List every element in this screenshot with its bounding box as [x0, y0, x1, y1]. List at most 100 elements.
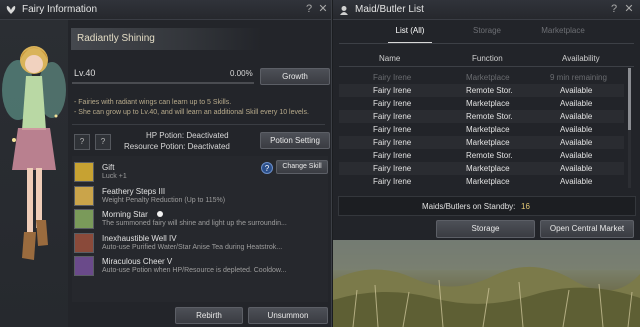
- standby-label: Maids/Butlers on Standby:: [422, 202, 516, 211]
- row-availability: Available: [560, 151, 593, 160]
- row-function: Marketplace: [466, 138, 510, 147]
- tab-divider: [339, 43, 634, 44]
- table-row[interactable]: Fairy Irene Marketplace Available: [339, 136, 624, 149]
- grass-field-image: [333, 240, 640, 327]
- row-function: Marketplace: [466, 99, 510, 108]
- table-row[interactable]: Fairy Irene Marketplace Available: [339, 123, 624, 136]
- row-function: Remote Stor.: [466, 151, 513, 160]
- skill-item: Morning Star The summoned fairy will shi…: [74, 209, 324, 233]
- skill-item: Feathery Steps III Weight Penalty Reduct…: [74, 186, 324, 210]
- skill-name: Gift: [102, 163, 115, 172]
- row-availability: Available: [560, 164, 593, 173]
- potion-status: HP Potion: Deactivated Resource Potion: …: [124, 130, 230, 152]
- note-line: - She can grow up to Lv.40, and will lea…: [74, 109, 309, 116]
- skill-name: Miraculous Cheer V: [102, 257, 173, 266]
- row-name: Fairy Irene: [373, 73, 412, 82]
- fairy-portrait-image: [2, 46, 66, 260]
- maid-butler-window: Maid/Butler List ? ✕ List (All) Storage …: [333, 0, 640, 240]
- skill-desc: Luck +1: [102, 173, 127, 180]
- row-name: Fairy Irene: [373, 112, 412, 121]
- help-icon[interactable]: ?: [608, 3, 620, 16]
- note-line: - Fairies with radiant wings can learn u…: [74, 99, 232, 106]
- fairy-portrait: [0, 20, 68, 327]
- maid-tabs: List (All) Storage Marketplace: [333, 26, 640, 42]
- list-scrollbar[interactable]: [628, 68, 631, 188]
- close-icon[interactable]: ✕: [623, 3, 635, 16]
- row-availability: 9 min remaining: [550, 73, 607, 82]
- column-header-name: Name: [379, 54, 401, 63]
- row-function: Marketplace: [466, 164, 510, 173]
- table-row[interactable]: Fairy Irene Marketplace Available: [339, 97, 624, 110]
- active-tab-indicator: [388, 42, 432, 43]
- hp-potion-slot[interactable]: ?: [74, 134, 90, 150]
- row-availability: Available: [560, 86, 593, 95]
- resource-potion-status: Resource Potion: Deactivated: [124, 142, 230, 151]
- exp-bar: [72, 82, 254, 84]
- fairy-window-titlebar[interactable]: Fairy Information ? ✕: [0, 0, 331, 20]
- table-row[interactable]: Fairy Irene Remote Stor. Available: [339, 149, 624, 162]
- skill-item: Miraculous Cheer V Auto-use Potion when …: [74, 256, 324, 280]
- exp-percent: 0.00%: [230, 69, 253, 78]
- tab-storage[interactable]: Storage: [457, 26, 517, 35]
- scrollbar-thumb[interactable]: [628, 68, 631, 130]
- row-name: Fairy Irene: [373, 151, 412, 160]
- help-icon[interactable]: ?: [303, 3, 315, 16]
- row-name: Fairy Irene: [373, 138, 412, 147]
- column-header-function: Function: [472, 54, 503, 63]
- table-row[interactable]: Fairy Irene Marketplace Available: [339, 162, 624, 175]
- row-availability: Available: [560, 99, 593, 108]
- fairy-name-banner: Radiantly Shining: [71, 28, 261, 50]
- skill-desc: Weight Penalty Reduction (Up to 115%): [102, 197, 226, 204]
- skill-desc: Auto-use Purified Water/Star Anise Tea d…: [102, 244, 283, 251]
- skill-desc: Auto-use Potion when HP/Resource is depl…: [102, 267, 287, 274]
- fairy-level: Lv.40: [74, 68, 96, 78]
- row-function: Marketplace: [466, 177, 510, 186]
- tab-marketplace[interactable]: Marketplace: [533, 26, 593, 35]
- maid-window-title: Maid/Butler List: [355, 4, 424, 15]
- divider: [72, 124, 325, 125]
- growth-button[interactable]: Growth: [260, 68, 330, 85]
- fairy-information-window: Fairy Information ? ✕ Radiantly Shining …: [0, 0, 332, 327]
- skill-name: Feathery Steps III: [102, 187, 166, 196]
- fairy-wings-icon: [6, 6, 16, 14]
- gift-icon: [74, 162, 94, 182]
- table-row[interactable]: Fairy Irene Remote Stor. Available: [339, 110, 624, 123]
- close-icon[interactable]: ✕: [317, 3, 329, 16]
- row-availability: Available: [560, 112, 593, 121]
- unsummon-button[interactable]: Unsummon: [248, 307, 328, 324]
- column-header-availability: Availability: [562, 54, 600, 63]
- feather-icon: [74, 186, 94, 206]
- fairy-window-title: Fairy Information: [22, 4, 98, 15]
- cheer-icon: [74, 256, 94, 276]
- table-row[interactable]: Fairy Irene Remote Stor. Available: [339, 84, 624, 97]
- row-availability: Available: [560, 177, 593, 186]
- open-central-market-button[interactable]: Open Central Market: [540, 220, 634, 238]
- storage-button[interactable]: Storage: [436, 220, 535, 238]
- skill-name: Morning Star: [102, 210, 148, 219]
- table-row[interactable]: Fairy Irene Marketplace Available: [339, 175, 624, 188]
- standby-panel: Maids/Butlers on Standby: 16: [338, 196, 636, 216]
- row-availability: Available: [560, 138, 593, 147]
- row-name: Fairy Irene: [373, 177, 412, 186]
- table-row[interactable]: Fairy Irene Marketplace 9 min remaining: [339, 71, 624, 84]
- row-name: Fairy Irene: [373, 164, 412, 173]
- rebirth-button[interactable]: Rebirth: [175, 307, 243, 324]
- well-icon: [74, 233, 94, 253]
- row-function: Remote Stor.: [466, 86, 513, 95]
- skill-item: Inexhaustible Well IV Auto-use Purified …: [74, 233, 324, 257]
- row-function: Remote Stor.: [466, 112, 513, 121]
- skill-name: Inexhaustible Well IV: [102, 234, 177, 243]
- row-name: Fairy Irene: [373, 86, 412, 95]
- star-icon: [74, 209, 94, 229]
- standby-count: 16: [521, 202, 530, 211]
- potion-setting-button[interactable]: Potion Setting: [260, 132, 330, 149]
- maid-icon: [340, 6, 348, 15]
- hp-potion-status: HP Potion: Deactivated: [146, 131, 229, 140]
- fairy-notes: - Fairies with radiant wings can learn u…: [74, 98, 309, 118]
- active-indicator-dot: [157, 211, 163, 217]
- tab-list-all[interactable]: List (All): [380, 26, 440, 35]
- maid-window-titlebar[interactable]: Maid/Butler List ? ✕: [333, 0, 640, 20]
- resource-potion-slot[interactable]: ?: [95, 134, 111, 150]
- skill-item: Gift Luck +1: [74, 162, 324, 186]
- fairy-name: Radiantly Shining: [77, 33, 155, 44]
